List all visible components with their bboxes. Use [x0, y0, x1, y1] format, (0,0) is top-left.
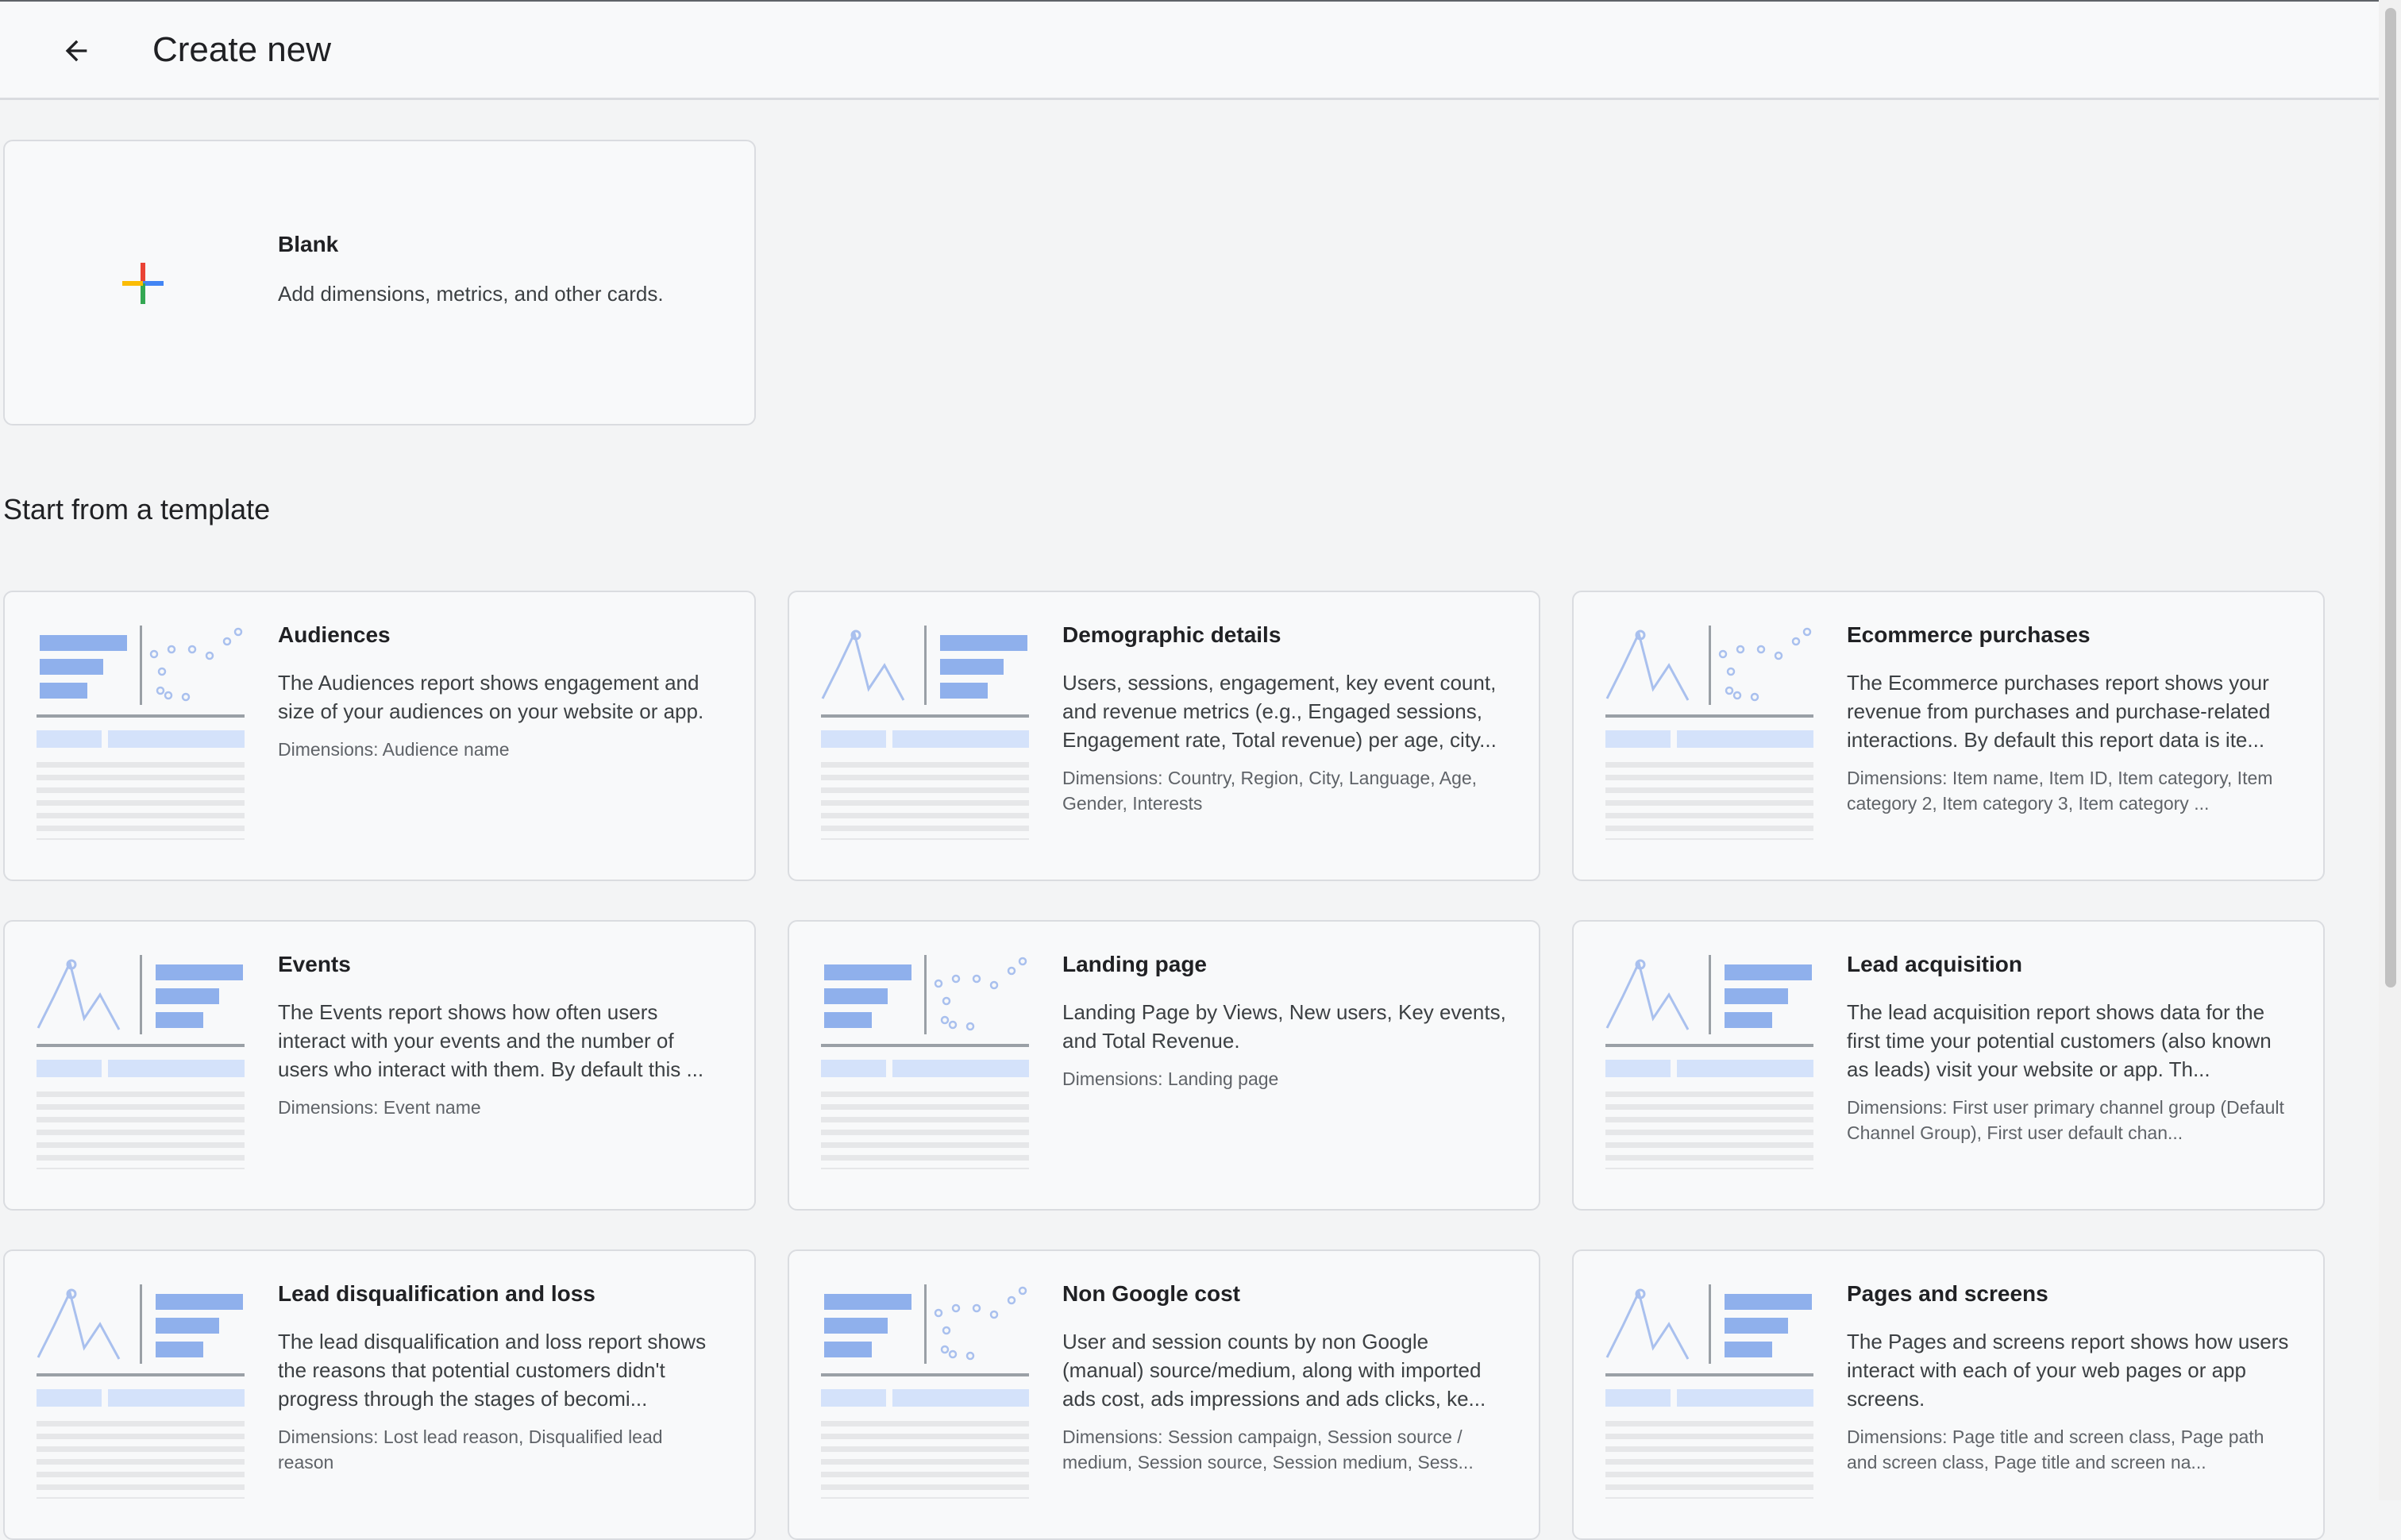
card-description: The Audiences report shows engagement an…: [278, 671, 704, 723]
card-title: Non Google cost: [1062, 1281, 1240, 1306]
card-title: Lead acquisition: [1847, 952, 2022, 976]
card-title: Lead disqualification and loss: [278, 1281, 595, 1306]
template-thumbnail-icon: [37, 955, 245, 1169]
card-title: Pages and screens: [1847, 1281, 2048, 1306]
card-description: The Pages and screens report shows how u…: [1847, 1330, 2289, 1411]
card-title: Demographic details: [1062, 622, 1281, 647]
template-thumbnail-icon: [37, 1284, 245, 1499]
card-dimensions: Dimensions: Lost lead reason, Disqualifi…: [278, 1426, 663, 1473]
card-description: Users, sessions, engagement, key event c…: [1062, 671, 1497, 752]
card-description: Landing Page by Views, New users, Key ev…: [1062, 1000, 1506, 1053]
template-card[interactable]: Pages and screens The Pages and screens r…: [1572, 1249, 2325, 1540]
template-card[interactable]: Non Google cost User and session counts b…: [788, 1249, 1540, 1540]
template-card[interactable]: Landing page Landing Page by Views, New u…: [788, 920, 1540, 1211]
template-card-text: Pages and screens The Pages and screens r…: [1847, 1278, 2291, 1475]
section-heading: Start from a template: [3, 493, 271, 526]
template-thumbnail-icon: [821, 626, 1029, 840]
template-card-text: Audiences The Audiences report shows enga…: [278, 619, 723, 762]
template-thumbnail-icon: [1605, 626, 1813, 840]
card-description: The lead acquisition report shows data f…: [1847, 1000, 2272, 1081]
template-card-text: Lead disqualification and loss The lead d…: [278, 1278, 723, 1475]
template-card[interactable]: Lead disqualification and loss The lead d…: [3, 1249, 756, 1540]
card-dimensions: Dimensions: First user primary channel g…: [1847, 1097, 2284, 1143]
template-thumbnail-icon: [37, 626, 245, 840]
plus-icon: [122, 263, 164, 304]
card-dimensions: Dimensions: Item name, Item ID, Item cat…: [1847, 768, 2273, 814]
template-card[interactable]: Audiences The Audiences report shows enga…: [3, 591, 756, 881]
card-dimensions: Dimensions: Page title and screen class,…: [1847, 1426, 2264, 1473]
template-card-text: Lead acquisition The lead acquisition rep…: [1847, 949, 2291, 1145]
blank-report-card[interactable]: Blank Add dimensions, metrics, and other…: [3, 140, 756, 425]
template-card[interactable]: Lead acquisition The lead acquisition rep…: [1572, 920, 2325, 1211]
template-thumbnail-icon: [1605, 1284, 1813, 1499]
template-card[interactable]: Events The Events report shows how often …: [3, 920, 756, 1211]
card-description: The Ecommerce purchases report shows you…: [1847, 671, 2271, 752]
template-thumbnail-icon: [821, 1284, 1029, 1499]
card-description: Add dimensions, metrics, and other cards…: [278, 282, 664, 306]
card-dimensions: Dimensions: Audience name: [278, 739, 510, 760]
template-card-text: Ecommerce purchases The Ecommerce purchas…: [1847, 619, 2291, 816]
arrow-left-icon: [65, 40, 87, 62]
card-dimensions: Dimensions: Event name: [278, 1097, 481, 1118]
card-dimensions: Dimensions: Landing page: [1062, 1068, 1279, 1089]
template-card-text: Events The Events report shows how often …: [278, 949, 723, 1120]
card-description: User and session counts by non Google (m…: [1062, 1330, 1486, 1411]
card-dimensions: Dimensions: Country, Region, City, Langu…: [1062, 768, 1478, 814]
card-description: The lead disqualification and loss repor…: [278, 1330, 707, 1411]
blank-card-text: Blank Add dimensions, metrics, and other…: [278, 229, 723, 308]
template-card[interactable]: Demographic details Users, sessions, enga…: [788, 591, 1540, 881]
card-title: Audiences: [278, 622, 391, 647]
page-header: Create new: [0, 2, 2379, 100]
card-description: The Events report shows how often users …: [278, 1000, 704, 1081]
template-card-text: Non Google cost User and session counts b…: [1062, 1278, 1507, 1475]
card-title: Blank: [278, 232, 339, 256]
card-title: Ecommerce purchases: [1847, 622, 2091, 647]
card-title: Events: [278, 952, 351, 976]
template-thumbnail-icon: [821, 955, 1029, 1169]
card-title: Landing page: [1062, 952, 1207, 976]
template-card[interactable]: Ecommerce purchases The Ecommerce purchas…: [1572, 591, 2325, 881]
card-dimensions: Dimensions: Session campaign, Session so…: [1062, 1426, 1474, 1473]
back-button[interactable]: [44, 22, 108, 79]
template-thumbnail-icon: [1605, 955, 1813, 1169]
page-title: Create new: [152, 30, 332, 69]
template-card-text: Demographic details Users, sessions, enga…: [1062, 619, 1507, 816]
scrollbar-thumb[interactable]: [2385, 8, 2396, 988]
template-card-text: Landing page Landing Page by Views, New u…: [1062, 949, 1507, 1091]
